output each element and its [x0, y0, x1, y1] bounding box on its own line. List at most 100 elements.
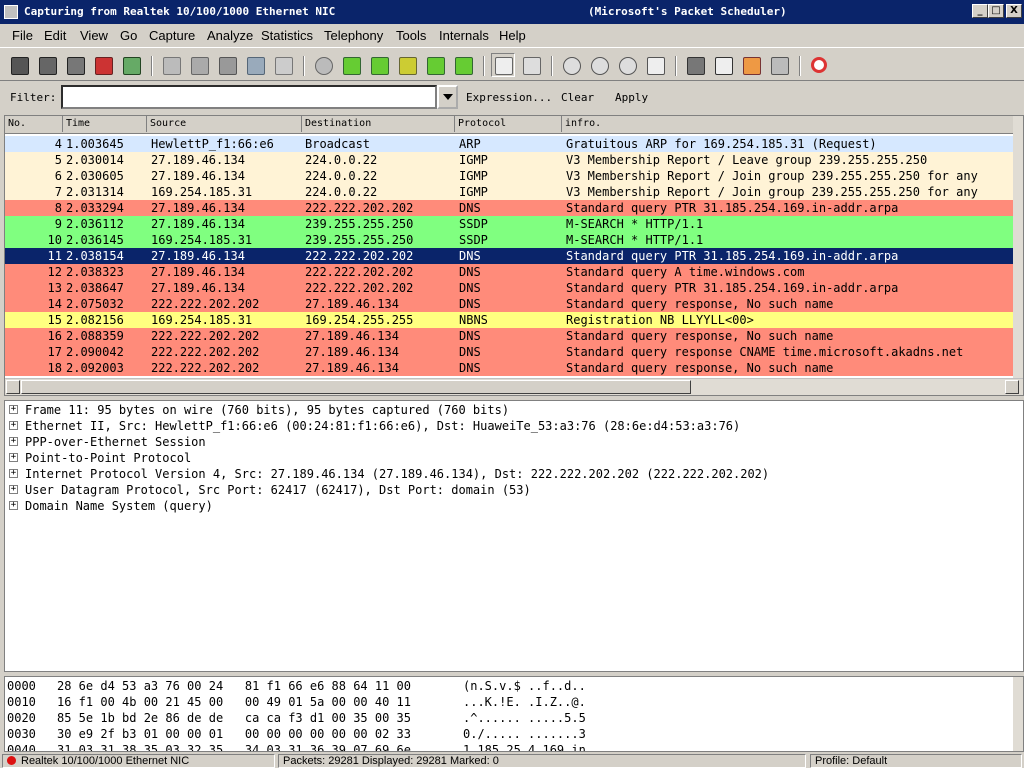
restart-icon[interactable]	[121, 55, 141, 75]
detail-row[interactable]: + Frame 11: 95 bytes on wire (760 bits), …	[5, 402, 1023, 418]
column-header-source[interactable]: Source	[147, 116, 302, 132]
print-icon[interactable]	[273, 55, 293, 75]
packet-cell-proto: IGMP	[459, 153, 488, 167]
menu-telephony[interactable]: Telephony	[324, 28, 383, 43]
open-icon[interactable]	[161, 55, 181, 75]
expand-icon[interactable]: +	[9, 469, 18, 478]
table-row[interactable]: 8 2.033294 27.189.46.134 222.222.202.202 DNS…	[5, 200, 1015, 216]
close-file-icon[interactable]	[217, 55, 237, 75]
detail-row[interactable]: + Ethernet II, Src: HewlettP_f1:66:e6 (00…	[5, 418, 1023, 434]
table-row[interactable]: 13 2.038647 27.189.46.134 222.222.202.202 DN…	[5, 280, 1015, 296]
expand-icon[interactable]: +	[9, 485, 18, 494]
menu-edit[interactable]: Edit	[44, 28, 66, 43]
autoscroll-icon[interactable]	[521, 55, 541, 75]
back-icon[interactable]	[341, 55, 361, 75]
table-row[interactable]: 7 2.031314 169.254.185.31 224.0.0.22 IGMP V3 …	[5, 184, 1015, 200]
first-icon[interactable]	[425, 55, 445, 75]
packet-cell-proto: DNS	[459, 361, 481, 375]
zoom-in-icon[interactable]	[561, 55, 581, 75]
table-row[interactable]: 15 2.082156 169.254.185.31 169.254.255.255 N…	[5, 312, 1015, 328]
save-icon[interactable]	[189, 55, 209, 75]
table-row[interactable]: 12 2.038323 27.189.46.134 222.222.202.202 DN…	[5, 264, 1015, 280]
detail-row[interactable]: + Domain Name System (query)	[5, 498, 1023, 514]
filter-input[interactable]	[61, 85, 437, 109]
capture-filters-icon[interactable]	[685, 55, 705, 75]
apply-button[interactable]: Apply	[615, 91, 648, 104]
coloring-rules-icon[interactable]	[741, 55, 761, 75]
packet-cell-dst: 222.222.202.202	[305, 249, 414, 263]
expand-icon[interactable]: +	[9, 405, 18, 414]
resize-columns-icon[interactable]	[645, 55, 665, 75]
menu-internals[interactable]: Internals	[439, 28, 489, 43]
options-icon[interactable]	[37, 55, 57, 75]
column-header-destination[interactable]: Destination	[302, 116, 455, 132]
expand-icon[interactable]: +	[9, 421, 18, 430]
reload-icon[interactable]	[245, 55, 265, 75]
expression-button[interactable]: Expression...	[466, 91, 552, 104]
toolbar-separator	[551, 56, 553, 76]
packet-bytes-vscrollbar[interactable]	[1013, 677, 1023, 751]
detail-row[interactable]: + Point-to-Point Protocol	[5, 450, 1023, 466]
help-icon[interactable]	[809, 55, 829, 75]
column-header-protocol[interactable]: Protocol	[455, 116, 562, 132]
forward-icon[interactable]	[369, 55, 389, 75]
menu-tools[interactable]: Tools	[396, 28, 426, 43]
packet-list-hscrollbar[interactable]	[5, 378, 1023, 395]
colorize-icon[interactable]	[491, 53, 515, 77]
normal-size-icon[interactable]	[617, 55, 637, 75]
start-icon[interactable]	[65, 55, 85, 75]
maximize-button[interactable]: □	[988, 4, 1004, 18]
preferences-icon[interactable]	[769, 55, 789, 75]
detail-row[interactable]: + Internet Protocol Version 4, Src: 27.18…	[5, 466, 1023, 482]
menu-go[interactable]: Go	[120, 28, 137, 43]
detail-row[interactable]: + User Datagram Protocol, Src Port: 62417…	[5, 482, 1023, 498]
display-filters-icon[interactable]	[713, 55, 733, 75]
last-icon[interactable]	[453, 55, 473, 75]
packet-list-vscrollbar[interactable]	[1013, 116, 1023, 379]
table-row[interactable]: 11 2.038154 27.189.46.134 222.222.202.202 DN…	[5, 248, 1015, 264]
packet-cell-src: 222.222.202.202	[151, 361, 260, 375]
menu-analyze[interactable]: Analyze	[207, 28, 253, 43]
table-row[interactable]: 9 2.036112 27.189.46.134 239.255.255.250 SSD…	[5, 216, 1015, 232]
table-row[interactable]: 10 2.036145 169.254.185.31 239.255.255.250 S…	[5, 232, 1015, 248]
table-row[interactable]: 16 2.088359 222.222.202.202 27.189.46.134 DN…	[5, 328, 1015, 344]
find-icon[interactable]	[313, 55, 333, 75]
stop-icon[interactable]	[93, 55, 113, 75]
expand-icon[interactable]: +	[9, 453, 18, 462]
table-row[interactable]: 6 2.030605 27.189.46.134 224.0.0.22 IGMP V3 M…	[5, 168, 1015, 184]
close-button[interactable]: X	[1006, 4, 1022, 18]
menu-view[interactable]: View	[80, 28, 108, 43]
hex-bytes: 31 03 31 38 35 03 32 35 34 03 31 36 39 0…	[57, 743, 412, 752]
scroll-left-arrow[interactable]	[6, 380, 20, 394]
packet-cell-no: 15	[47, 313, 62, 327]
menu-capture[interactable]: Capture	[149, 28, 195, 43]
packet-cell-dst: 224.0.0.22	[305, 185, 378, 199]
table-row[interactable]: 4 1.003645 HewlettP_f1:66:e6 Broadcast ARP Gr…	[5, 136, 1015, 152]
menu-file[interactable]: File	[12, 28, 33, 43]
menu-statistics[interactable]: Statistics	[261, 28, 313, 43]
table-row[interactable]: 14 2.075032 222.222.202.202 27.189.46.134 DN…	[5, 296, 1015, 312]
interfaces-icon[interactable]	[9, 55, 29, 75]
table-row[interactable]: 17 2.090042 222.222.202.202 27.189.46.134 DN…	[5, 344, 1015, 360]
clear-button[interactable]: Clear	[561, 91, 594, 104]
status-profile[interactable]: Profile: Default	[810, 754, 1022, 768]
expand-icon[interactable]: +	[9, 501, 18, 510]
column-header-info[interactable]: infro.	[562, 116, 1015, 132]
table-row[interactable]: 18 2.092003 222.222.202.202 27.189.46.134 DN…	[5, 360, 1015, 376]
minimize-button[interactable]: _	[972, 4, 988, 18]
filter-dropdown-button[interactable]	[437, 85, 458, 109]
table-row[interactable]: 5 2.030014 27.189.46.134 224.0.0.22 IGMP V3 M…	[5, 152, 1015, 168]
packet-cell-dst: 222.222.202.202	[305, 281, 414, 295]
menu-help[interactable]: Help	[499, 28, 526, 43]
scroll-right-arrow[interactable]	[1005, 380, 1019, 394]
goto-icon[interactable]	[397, 55, 417, 75]
scroll-thumb[interactable]	[21, 380, 691, 394]
column-header-no[interactable]: No.	[5, 116, 63, 132]
detail-row[interactable]: + PPP-over-Ethernet Session	[5, 434, 1023, 450]
capture-status-icon[interactable]	[7, 756, 16, 765]
column-header-time[interactable]: Time	[63, 116, 147, 132]
packet-cell-no: 13	[47, 281, 62, 295]
zoom-out-icon[interactable]	[589, 55, 609, 75]
expand-icon[interactable]: +	[9, 437, 18, 446]
packet-cell-info: Standard query response, No such name	[566, 361, 834, 375]
